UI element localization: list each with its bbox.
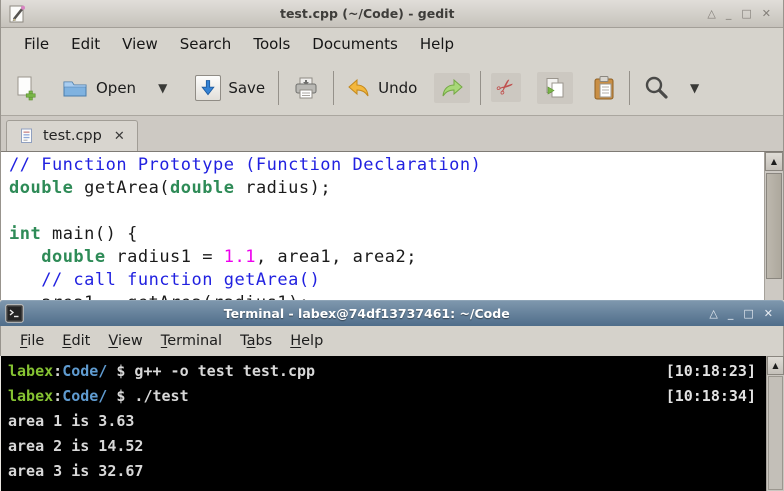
code-line: double radius1 = 1.1, area1, area2; [9,246,759,269]
find-button[interactable] [638,71,675,104]
terminal-line: area 2 is 14.52 [8,434,756,459]
tab-label: test.cpp [43,128,102,144]
gedit-window: test.cpp (~/Code) - gedit △ _ □ ✕ FileEditV… [0,0,784,300]
scrollbar-thumb[interactable] [766,173,782,279]
gedit-tabstrip: test.cpp ✕ [1,115,783,151]
open-folder-icon [62,77,89,99]
gedit-window-controls: △ _ □ ✕ [707,8,777,19]
undo-button[interactable]: Undo [342,74,422,102]
terminal-output: labex:Code/ $ g++ -o test test.cpp[10:18… [8,359,756,484]
gedit-menu-file[interactable]: File [13,31,60,57]
find-dropdown-arrow[interactable]: ▼ [683,81,706,95]
gedit-shade-button[interactable]: △ [707,8,715,19]
timestamp: [10:18:23] [666,359,756,384]
cut-button[interactable]: ✂ [491,73,521,102]
terminal-line: area 3 is 32.67 [8,459,756,484]
scrollbar-thumb[interactable] [768,376,783,490]
terminal-menu-file[interactable]: File [11,330,53,352]
undo-icon [347,77,371,99]
terminal-menu-edit[interactable]: Edit [53,330,99,352]
open-button[interactable]: Open [57,74,141,102]
gedit-code: // Function Prototype (Function Declarat… [9,154,759,300]
print-button[interactable] [287,73,325,103]
terminal-titlebar[interactable]: Terminal - labex@74df13737461: ~/Code △ _… [0,300,784,326]
terminal-line: labex:Code/ $ g++ -o test test.cpp[10:18… [8,359,756,384]
gedit-menu-edit[interactable]: Edit [60,31,111,57]
gedit-menu-view[interactable]: View [111,31,169,57]
terminal-line: area 1 is 3.63 [8,409,756,434]
gedit-window-title: test.cpp (~/Code) - gedit [27,6,707,21]
terminal-window-controls: △ _ □ ✕ [709,308,779,319]
gedit-menubar: FileEditViewSearchToolsDocumentsHelp [1,28,783,60]
copy-button[interactable] [537,72,573,104]
toolbar-separator [333,71,334,105]
save-button-label: Save [228,79,265,97]
timestamp: [10:18:34] [666,384,756,409]
code-line: int main() { [9,223,759,246]
code-line: // call function getArea() [9,269,759,292]
tab-close-icon[interactable]: ✕ [114,129,125,144]
gedit-menu-search[interactable]: Search [169,31,243,57]
undo-button-label: Undo [378,79,417,97]
toolbar-separator [278,71,279,105]
redo-icon [440,77,464,99]
code-line: // Function Prototype (Function Declarat… [9,154,759,177]
scroll-up-button[interactable]: ▲ [767,356,784,375]
redo-button[interactable] [434,73,470,103]
terminal-scrollbar[interactable]: ▲ [766,356,784,491]
paste-clipboard-icon [592,75,616,101]
terminal-window-title: Terminal - labex@74df13737461: ~/Code [24,306,709,321]
terminal-maximize-button[interactable]: □ [743,308,753,319]
toolbar-separator [629,71,630,105]
terminal-menu-view[interactable]: View [99,330,151,352]
gedit-app-icon [7,4,27,24]
paste-button[interactable] [587,72,621,104]
gedit-close-button[interactable]: ✕ [762,8,771,19]
terminal-line: labex:Code/ $ ./test[10:18:34] [8,384,756,409]
toolbar-separator [480,71,481,105]
new-document-icon [14,75,38,101]
open-button-label: Open [96,79,136,97]
terminal-menubar: FileEditViewTerminalTabsHelp [0,326,784,356]
open-dropdown-arrow[interactable]: ▼ [151,81,174,95]
terminal-menu-help[interactable]: Help [281,330,332,352]
copy-icon [543,76,567,100]
search-icon [643,74,670,101]
gedit-menu-documents[interactable]: Documents [301,31,409,57]
print-icon [292,76,320,100]
scroll-up-button[interactable]: ▲ [765,152,783,171]
gedit-scrollbar[interactable]: ▲ [764,152,783,300]
terminal-minimize-button[interactable]: _ [728,308,734,319]
desktop: { "colors": { "comment": "#2121e0", "typ… [0,0,784,491]
code-line: area1 = getArea(radius1); [9,292,759,300]
terminal-content[interactable]: labex:Code/ $ g++ -o test test.cpp[10:18… [0,356,784,491]
gedit-menu-help[interactable]: Help [409,31,465,57]
save-icon [195,75,221,101]
gedit-menu-tools[interactable]: Tools [242,31,301,57]
terminal-shade-button[interactable]: △ [709,308,717,319]
gedit-toolbar: Open ▼ Save [1,60,783,115]
gedit-minimize-button[interactable]: _ [726,8,732,19]
save-button[interactable]: Save [190,72,270,104]
gedit-maximize-button[interactable]: □ [741,8,751,19]
new-document-button[interactable] [9,72,43,104]
gedit-editor[interactable]: // Function Prototype (Function Declarat… [1,151,783,300]
tab-test-cpp[interactable]: test.cpp ✕ [6,120,138,151]
terminal-window: Terminal - labex@74df13737461: ~/Code △ _… [0,300,784,491]
code-line: double getArea(double radius); [9,177,759,200]
document-icon [19,128,34,144]
cut-scissors-icon: ✂ [493,74,520,101]
gedit-titlebar[interactable]: test.cpp (~/Code) - gedit △ _ □ ✕ [1,0,783,28]
terminal-app-icon [5,304,24,323]
terminal-menu-terminal[interactable]: Terminal [152,330,231,352]
code-line [9,200,759,223]
terminal-menu-tabs[interactable]: Tabs [231,330,281,352]
terminal-close-button[interactable]: ✕ [764,308,773,319]
